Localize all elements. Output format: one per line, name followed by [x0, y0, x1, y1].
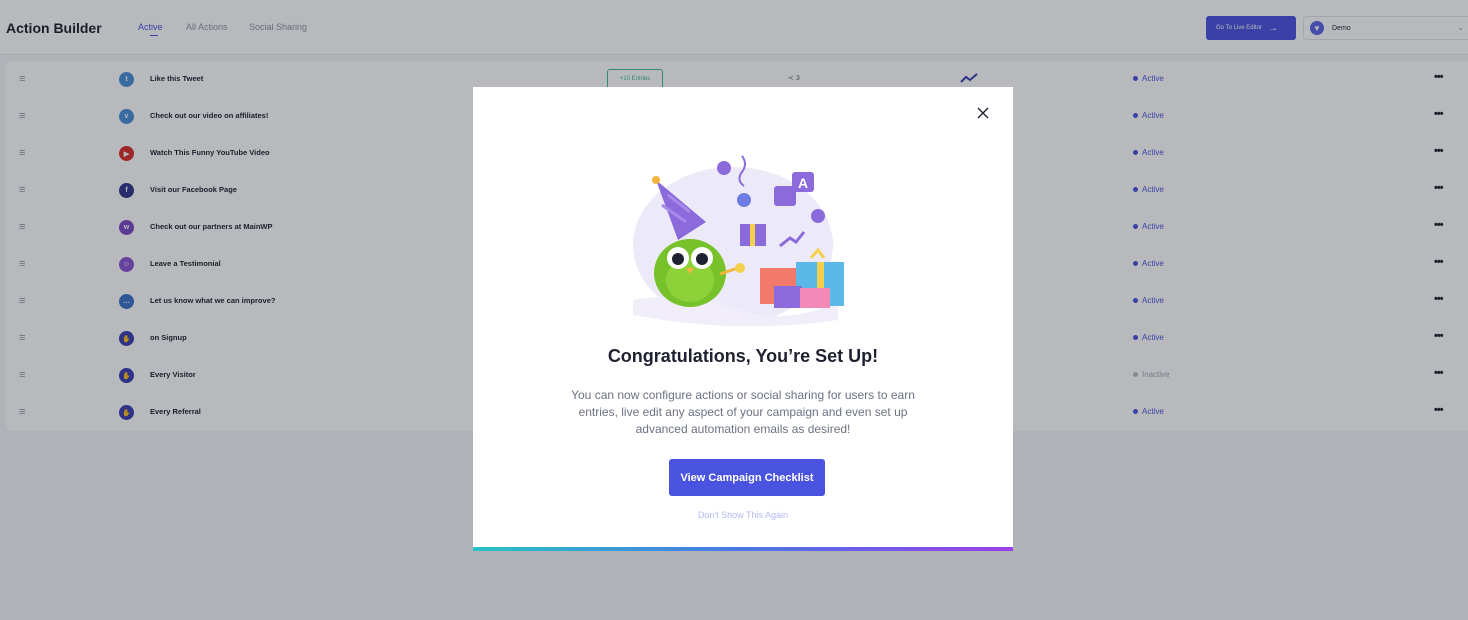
setup-complete-modal: A Congratulations, You’re Set Up! You ca…	[473, 87, 1013, 551]
modal-description: You can now configure actions or social …	[571, 388, 915, 436]
view-campaign-checklist-button[interactable]: View Campaign Checklist	[669, 459, 825, 496]
modal-title: Congratulations, You’re Set Up!	[607, 346, 879, 366]
close-icon[interactable]	[976, 106, 990, 120]
svg-text:A: A	[798, 175, 808, 191]
celebration-illustration: A	[633, 155, 844, 327]
dont-show-again-link[interactable]: Don't Show This Again	[473, 510, 1013, 520]
modal-gradient-bar	[473, 547, 1013, 551]
